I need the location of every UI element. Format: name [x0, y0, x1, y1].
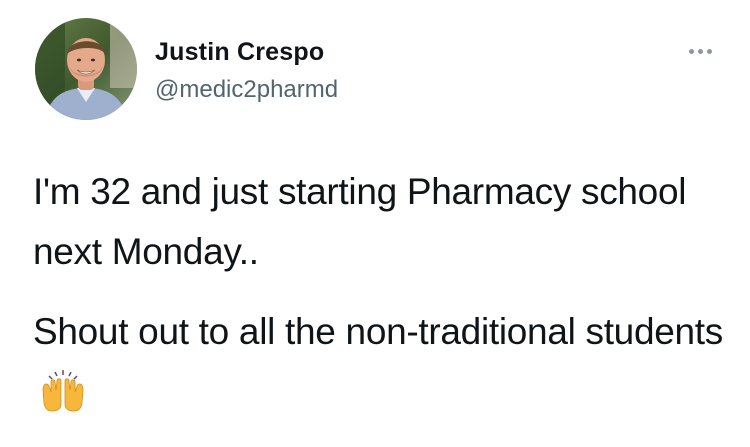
- avatar[interactable]: [35, 18, 137, 120]
- more-options-icon: [688, 48, 712, 54]
- author-name[interactable]: Justin Crespo: [155, 38, 324, 67]
- tweet-text-paragraph-1: I'm 32 and just starting Pharmacy school…: [33, 171, 687, 272]
- more-options-button[interactable]: [680, 36, 720, 66]
- tweet-text-paragraph-2-text: Shout out to all the non-traditional stu…: [33, 311, 723, 352]
- raising-hands-emoji-icon: [42, 370, 84, 412]
- profile-photo-icon: [35, 18, 137, 120]
- tweet-card: Justin Crespo @medic2pharmd I'm 32 and j…: [0, 0, 750, 447]
- author-handle[interactable]: @medic2pharmd: [155, 76, 338, 104]
- tweet-text-paragraph-2: Shout out to all the non-traditional stu…: [33, 302, 733, 422]
